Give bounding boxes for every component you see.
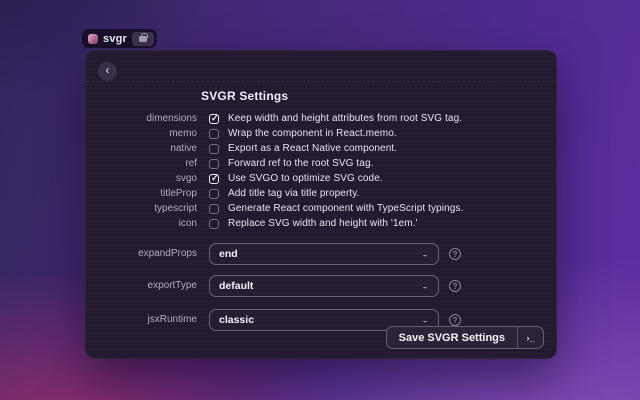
option-description: Forward ref to the root SVG tag. [228,158,374,169]
help-icon[interactable]: ? [449,314,461,326]
save-button-group: Save SVGR Settings ›_ [386,326,544,349]
settings-form: dimensions ✓ Keep width and height attri… [86,111,556,331]
browser-tab-pill[interactable]: svgr [82,29,157,48]
option-key-label: memo [86,128,197,139]
checkbox-icon[interactable]: ✓ [209,219,219,229]
checkbox-row-typescript: typescript ✓ Generate React component wi… [86,201,556,216]
expandprops-select[interactable]: end ⌄ [209,243,439,265]
checkbox-ref[interactable]: ✓ [209,159,219,169]
check-icon: ✓ [211,173,219,184]
checkbox-row-ref: ref ✓ Forward ref to the root SVG tag. [86,156,556,171]
option-key-label: expandProps [86,248,197,260]
option-description: Wrap the component in React.memo. [228,128,397,139]
option-description: Add title tag via title property. [228,188,360,199]
save-svgr-settings-button[interactable]: Save SVGR Settings [387,327,517,348]
chevron-down-icon: ⌄ [421,316,429,325]
checkbox-row-dimensions: dimensions ✓ Keep width and height attri… [86,111,556,126]
checkbox-svgo[interactable]: ✓ [209,174,219,184]
selected-value: end [219,248,238,260]
checkbox-row-titleprop: titleProp ✓ Add title tag via title prop… [86,186,556,201]
check-icon: ✓ [211,113,219,124]
option-key-label: dimensions [86,113,197,124]
terminal-icon: ›_ [526,333,534,343]
option-key-label: svgo [86,173,197,184]
header-divider [86,81,556,82]
option-description: Use SVGO to optimize SVG code. [228,173,383,184]
checkbox-titleprop[interactable]: ✓ [209,189,219,199]
checkbox-memo[interactable]: ✓ [209,129,219,139]
svgr-settings-panel: ‹ SVGR Settings dimensions ✓ Keep width … [85,50,557,359]
back-button[interactable]: ‹ [98,62,117,81]
option-key-label: jsxRuntime [86,314,197,326]
svgr-favicon-icon [88,34,98,44]
lock-button[interactable] [132,32,154,46]
option-description: Export as a React Native component. [228,143,397,154]
option-key-label: typescript [86,203,197,214]
selected-value: classic [219,314,254,326]
checkbox-dimensions[interactable]: ✓ [209,114,219,124]
help-icon[interactable]: ? [449,280,461,292]
checkbox-row-native: native ✓ Export as a React Native compon… [86,141,556,156]
checkbox-row-icon: icon ✓ Replace SVG width and height with… [86,216,556,231]
lock-icon [139,36,147,42]
chevron-down-icon: ⌄ [421,282,429,291]
chevron-down-icon: ⌄ [421,250,429,259]
selected-value: default [219,280,253,292]
option-key-label: titleProp [86,188,197,199]
checkbox-row-svgo: svgo ✓ Use SVGO to optimize SVG code. [86,171,556,186]
exporttype-select[interactable]: default ⌄ [209,275,439,297]
option-key-label: icon [86,218,197,229]
terminal-button[interactable]: ›_ [517,327,543,348]
select-row-expandprops: expandProps end ⌄ ? [86,243,556,265]
checkbox-typescript[interactable]: ✓ [209,204,219,214]
app-name-label: svgr [103,33,127,45]
option-description: Generate React component with TypeScript… [228,203,463,214]
checkbox-row-memo: memo ✓ Wrap the component in React.memo. [86,126,556,141]
help-icon[interactable]: ? [449,248,461,260]
option-description: Keep width and height attributes from ro… [228,113,462,124]
checkbox-native[interactable]: ✓ [209,144,219,154]
select-row-exporttype: exportType default ⌄ ? [86,275,556,297]
page-title: SVGR Settings [201,89,288,103]
option-description: Replace SVG width and height with '1em.' [228,218,418,229]
option-key-label: exportType [86,280,197,292]
option-key-label: ref [86,158,197,169]
option-key-label: native [86,143,197,154]
